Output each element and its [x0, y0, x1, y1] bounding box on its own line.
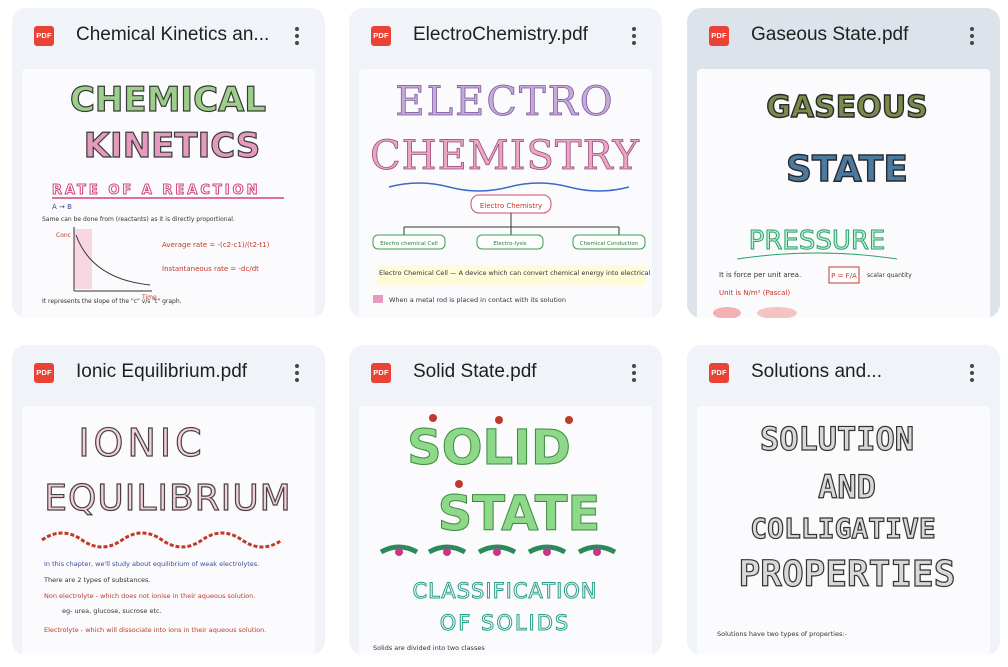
more-options-button[interactable] — [620, 359, 648, 387]
more-vert-icon — [632, 27, 636, 45]
file-card-header: PDF Solid State.pdf — [349, 345, 662, 403]
preview-note: scalar quantity — [867, 272, 912, 279]
preview-title-line-2: CHEMISTRY — [370, 133, 640, 179]
preview-title-line-2: EQUILIBRIUM — [44, 478, 291, 519]
preview-subtitle: RATE OF A REACTION — [52, 183, 261, 198]
preview-note: Average rate = -(c2-c1)/(t2-t1) — [162, 241, 270, 249]
preview-note: Non electrolyte - which does not ionise … — [44, 592, 255, 600]
preview-note: Electro Chemical Cell — A device which c… — [379, 269, 652, 277]
preview-title-line-1: ELECTRO — [395, 79, 614, 125]
preview-note: It is force per unit area. — [719, 271, 801, 279]
more-vert-icon — [970, 364, 974, 382]
preview-title-line-2: STATE — [786, 149, 908, 190]
pdf-icon: PDF — [371, 26, 391, 46]
preview-center-box: Electro Chemistry — [480, 202, 542, 210]
file-card-chemical-kinetics[interactable]: PDF Chemical Kinetics an... CHEMICAL KIN… — [12, 8, 325, 318]
file-grid: PDF Chemical Kinetics an... CHEMICAL KIN… — [0, 0, 1008, 667]
preview-subtitle-line-2: OF SOLIDS — [440, 611, 571, 635]
more-options-button[interactable] — [958, 359, 986, 387]
preview-note: Solutions have two types of properties:- — [717, 630, 848, 638]
preview-title-line-3: COLLIGATIVE — [750, 512, 935, 545]
more-vert-icon — [632, 364, 636, 382]
preview-note: Same can be done from (reactants) as it … — [42, 216, 235, 223]
file-name[interactable]: ElectroChemistry.pdf — [413, 22, 623, 48]
file-name[interactable]: Solid State.pdf — [413, 359, 623, 385]
file-preview-thumbnail[interactable]: IONIC EQUILIBRIUM In this chapter, we'll… — [22, 406, 315, 655]
preview-title-line-1: SOLID — [407, 420, 571, 476]
preview-title-line-2: AND — [818, 468, 876, 506]
file-name[interactable]: Gaseous State.pdf — [751, 22, 961, 48]
preview-note: In this chapter, we'll study about equil… — [44, 560, 259, 568]
file-card-ionic-equilibrium[interactable]: PDF Ionic Equilibrium.pdf IONIC EQUILIBR… — [12, 345, 325, 655]
preview-note: When a metal rod is placed in contact wi… — [389, 296, 566, 304]
file-card-header: PDF Solutions and... — [687, 345, 1000, 403]
file-preview-thumbnail[interactable]: SOLID STATE CLASSIFICATION OF SOLIDS Sol… — [359, 406, 652, 655]
preview-title-line-1: SOLUTION — [760, 420, 914, 458]
more-options-button[interactable] — [958, 22, 986, 50]
more-options-button[interactable] — [620, 22, 648, 50]
file-card-header: PDF Chemical Kinetics an... — [12, 8, 325, 66]
preview-note: Electrolyte - which will dissociate into… — [44, 626, 266, 634]
pdf-icon: PDF — [709, 363, 729, 383]
preview-title-line-2: KINETICS — [84, 126, 261, 166]
file-card-header: PDF Ionic Equilibrium.pdf — [12, 345, 325, 403]
pdf-icon: PDF — [709, 26, 729, 46]
preview-note: There are 2 types of substances. — [43, 576, 150, 584]
preview-subtitle: PRESSURE — [749, 226, 886, 256]
pdf-icon: PDF — [371, 363, 391, 383]
preview-title-line-2: STATE — [438, 486, 601, 542]
file-name[interactable]: Chemical Kinetics an... — [76, 22, 286, 48]
more-options-button[interactable] — [283, 22, 311, 50]
preview-branch: Electro-lysis — [493, 241, 526, 247]
more-vert-icon — [295, 364, 299, 382]
preview-branch: Chemical Conduction — [580, 241, 639, 247]
file-card-header: PDF ElectroChemistry.pdf — [349, 8, 662, 66]
file-card-header: PDF Gaseous State.pdf — [687, 8, 1000, 66]
file-card-gaseous-state[interactable]: PDF Gaseous State.pdf GASEOUS STATE PRES… — [687, 8, 1000, 318]
preview-note: Instantaneous rate = -dc/dt — [162, 265, 259, 273]
pdf-icon: PDF — [34, 26, 54, 46]
file-card-electrochemistry[interactable]: PDF ElectroChemistry.pdf ELECTRO CHEMIST… — [349, 8, 662, 318]
preview-branch: Electro chemical Cell — [380, 241, 438, 247]
more-options-button[interactable] — [283, 359, 311, 387]
file-preview-thumbnail[interactable]: CHEMICAL KINETICS RATE OF A REACTION A →… — [22, 69, 315, 318]
preview-graph-y-label: Conc — [56, 232, 71, 239]
more-vert-icon — [970, 27, 974, 45]
preview-title-line-4: PROPERTIES — [739, 554, 956, 595]
preview-title-line-1: IONIC — [78, 421, 205, 465]
preview-note: It represents the slope of the "c" v/s "… — [42, 298, 182, 305]
more-vert-icon — [295, 27, 299, 45]
preview-note: Unit is N/m² (Pascal) — [719, 289, 790, 297]
file-preview-thumbnail[interactable]: SOLUTION AND COLLIGATIVE PROPERTIES Solu… — [697, 406, 990, 655]
preview-note: eg- urea, glucose, sucrose etc. — [62, 607, 162, 615]
file-card-solid-state[interactable]: PDF Solid State.pdf SOLID STATE CLASSIFI — [349, 345, 662, 655]
preview-subtitle-line-1: CLASSIFICATION — [413, 579, 598, 603]
file-preview-thumbnail[interactable]: GASEOUS STATE PRESSURE It is force per u… — [697, 69, 990, 318]
preview-note: A → B — [52, 203, 72, 211]
preview-title-line-1: GASEOUS — [766, 90, 927, 125]
pdf-icon: PDF — [34, 363, 54, 383]
preview-note: P = F/A — [831, 272, 857, 280]
file-preview-thumbnail[interactable]: ELECTRO CHEMISTRY Electro Chemistry Elec… — [359, 69, 652, 318]
file-card-solutions[interactable]: PDF Solutions and... SOLUTION AND COLLIG… — [687, 345, 1000, 655]
preview-title-line-1: CHEMICAL — [70, 80, 266, 120]
file-name[interactable]: Ionic Equilibrium.pdf — [76, 359, 286, 385]
preview-note: Solids are divided into two classes — [373, 644, 485, 652]
file-name[interactable]: Solutions and... — [751, 359, 961, 385]
